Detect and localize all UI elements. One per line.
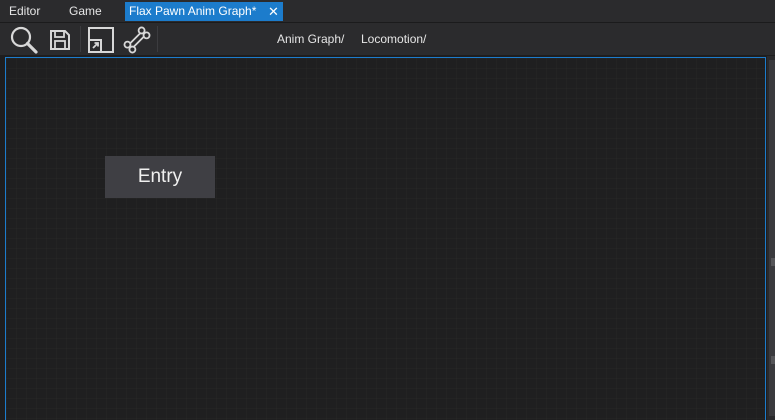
panel-marker	[771, 258, 775, 266]
save-button[interactable]	[44, 24, 76, 55]
save-icon	[50, 29, 70, 50]
tab-flax-pawn-anim-graph[interactable]: Flax Pawn Anim Graph* ✕	[125, 2, 283, 21]
search-button[interactable]	[8, 24, 40, 55]
close-icon[interactable]: ✕	[267, 2, 280, 21]
toolbar-separator	[157, 26, 158, 52]
open-window-button[interactable]	[85, 24, 117, 55]
open-window-icon	[88, 26, 114, 53]
skeleton-button[interactable]	[121, 24, 153, 55]
tab-bar: Editor Game Flax Pawn Anim Graph* ✕	[0, 0, 775, 23]
anim-graph-editor-window: Editor Game Flax Pawn Anim Graph* ✕ Anim…	[0, 0, 775, 420]
search-icon	[10, 26, 38, 54]
tab-label: Flax Pawn Anim Graph*	[129, 4, 257, 18]
breadcrumb-anim-graph[interactable]: Anim Graph/	[277, 31, 344, 47]
entry-node[interactable]: Entry	[105, 156, 215, 198]
bone-icon	[123, 26, 151, 53]
tab-editor[interactable]: Editor	[9, 2, 40, 21]
side-panel-edge	[767, 56, 775, 420]
breadcrumb-locomotion[interactable]: Locomotion/	[361, 31, 426, 47]
toolbar-separator	[80, 26, 81, 52]
panel-marker	[771, 356, 775, 364]
graph-canvas[interactable]: Entry	[5, 57, 766, 420]
tab-game[interactable]: Game	[69, 2, 102, 21]
toolbar: Anim Graph/ Locomotion/	[0, 23, 775, 55]
